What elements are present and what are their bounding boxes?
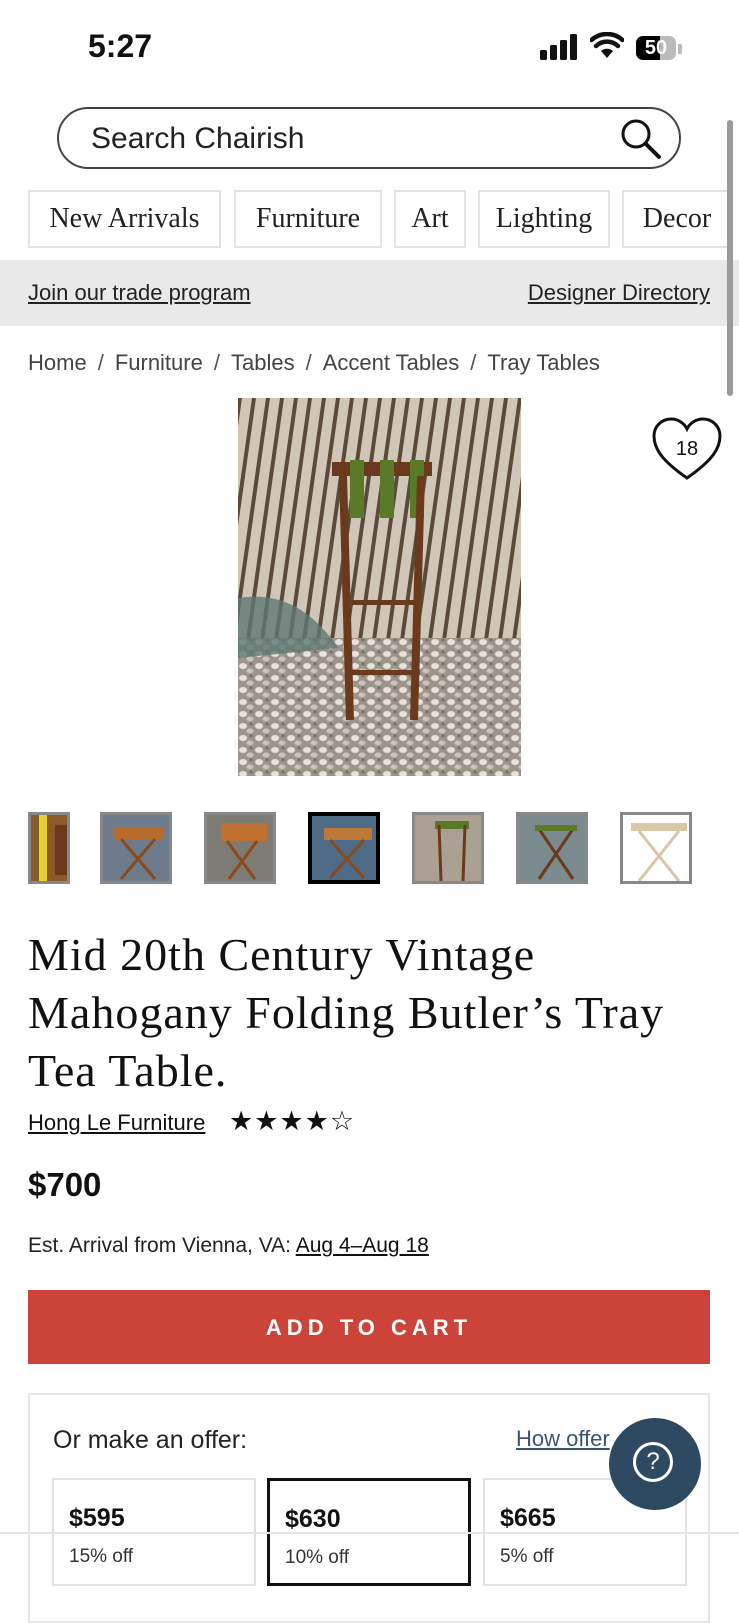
battery-tip bbox=[678, 44, 682, 54]
how-offers-work-link[interactable]: How offer bbox=[516, 1426, 610, 1452]
offer-discount: 10% off bbox=[285, 1547, 350, 1568]
arrival-prefix: Est. Arrival from Vienna, VA: bbox=[28, 1234, 291, 1257]
thumbnail[interactable] bbox=[516, 812, 588, 884]
join-trade-link[interactable]: Join our trade program bbox=[28, 280, 251, 306]
wifi-icon bbox=[590, 32, 624, 58]
product-price: $700 bbox=[28, 1166, 102, 1203]
arrival-dates-link[interactable]: Aug 4–Aug 18 bbox=[296, 1234, 429, 1257]
breadcrumb-separator: / bbox=[470, 350, 477, 375]
designer-directory-link[interactable]: Designer Directory bbox=[528, 280, 710, 306]
battery-icon: 50 bbox=[636, 36, 676, 60]
offer-label: Or make an offer: bbox=[53, 1426, 248, 1454]
breadcrumb-tables[interactable]: Tables bbox=[231, 350, 295, 375]
tab-decor[interactable]: Decor bbox=[622, 190, 732, 248]
thumbnail[interactable] bbox=[620, 812, 692, 884]
breadcrumb: Home / Furniture / Tables / Accent Tables / Tray… bbox=[28, 350, 600, 376]
offer-discount: 15% off bbox=[69, 1546, 134, 1567]
scrollbar[interactable] bbox=[727, 120, 733, 396]
product-title: Mid 20th Century Vintage Mahogany Foldin… bbox=[28, 929, 665, 1096]
offer-discount: 5% off bbox=[500, 1546, 554, 1567]
thumbnail[interactable] bbox=[100, 812, 172, 884]
question-icon: ? bbox=[633, 1442, 673, 1482]
help-button[interactable]: ? bbox=[609, 1418, 701, 1510]
favorite-count: 18 bbox=[675, 438, 699, 460]
tab-furniture[interactable]: Furniture bbox=[234, 190, 382, 248]
breadcrumb-accent-tables[interactable]: Accent Tables bbox=[323, 350, 460, 375]
seller-link[interactable]: Hong Le Furniture bbox=[28, 1110, 205, 1136]
add-to-cart-button[interactable]: ADD TO CART bbox=[28, 1290, 710, 1364]
offer-price: $665 bbox=[500, 1504, 556, 1532]
breadcrumb-separator: / bbox=[97, 350, 104, 375]
thumbnail[interactable] bbox=[204, 812, 276, 884]
thumbnail-selected[interactable] bbox=[308, 812, 380, 884]
thumbnail[interactable] bbox=[412, 812, 484, 884]
bottom-divider bbox=[0, 1532, 739, 1534]
breadcrumb-separator: / bbox=[305, 350, 312, 375]
breadcrumb-separator: / bbox=[213, 350, 220, 375]
seller-rating-stars: ★★★★☆ bbox=[229, 1106, 356, 1136]
offer-price: $595 bbox=[69, 1504, 125, 1532]
search-bar[interactable] bbox=[57, 107, 681, 169]
estimated-arrival: Est. Arrival from Vienna, VA: Aug 4–Aug … bbox=[28, 1234, 429, 1258]
breadcrumb-furniture[interactable]: Furniture bbox=[115, 350, 203, 375]
tab-art[interactable]: Art bbox=[394, 190, 466, 248]
product-main-image[interactable] bbox=[238, 398, 521, 776]
trade-strip: Join our trade program Designer Director… bbox=[0, 260, 739, 326]
signal-icon bbox=[540, 34, 577, 60]
search-input[interactable] bbox=[89, 121, 573, 157]
search-icon[interactable] bbox=[619, 117, 663, 161]
breadcrumb-home[interactable]: Home bbox=[28, 350, 87, 375]
breadcrumb-tray-tables[interactable]: Tray Tables bbox=[487, 350, 600, 375]
offer-price: $630 bbox=[285, 1505, 341, 1533]
thumbnail[interactable] bbox=[28, 812, 70, 884]
battery-level: 50 bbox=[644, 37, 668, 59]
status-time: 5:27 bbox=[88, 28, 153, 64]
tab-lighting[interactable]: Lighting bbox=[478, 190, 610, 248]
category-tabs: New Arrivals Furniture Art Lighting Deco… bbox=[28, 190, 739, 250]
tab-new-arrivals[interactable]: New Arrivals bbox=[28, 190, 221, 248]
favorite-button[interactable]: 18 bbox=[651, 416, 723, 484]
